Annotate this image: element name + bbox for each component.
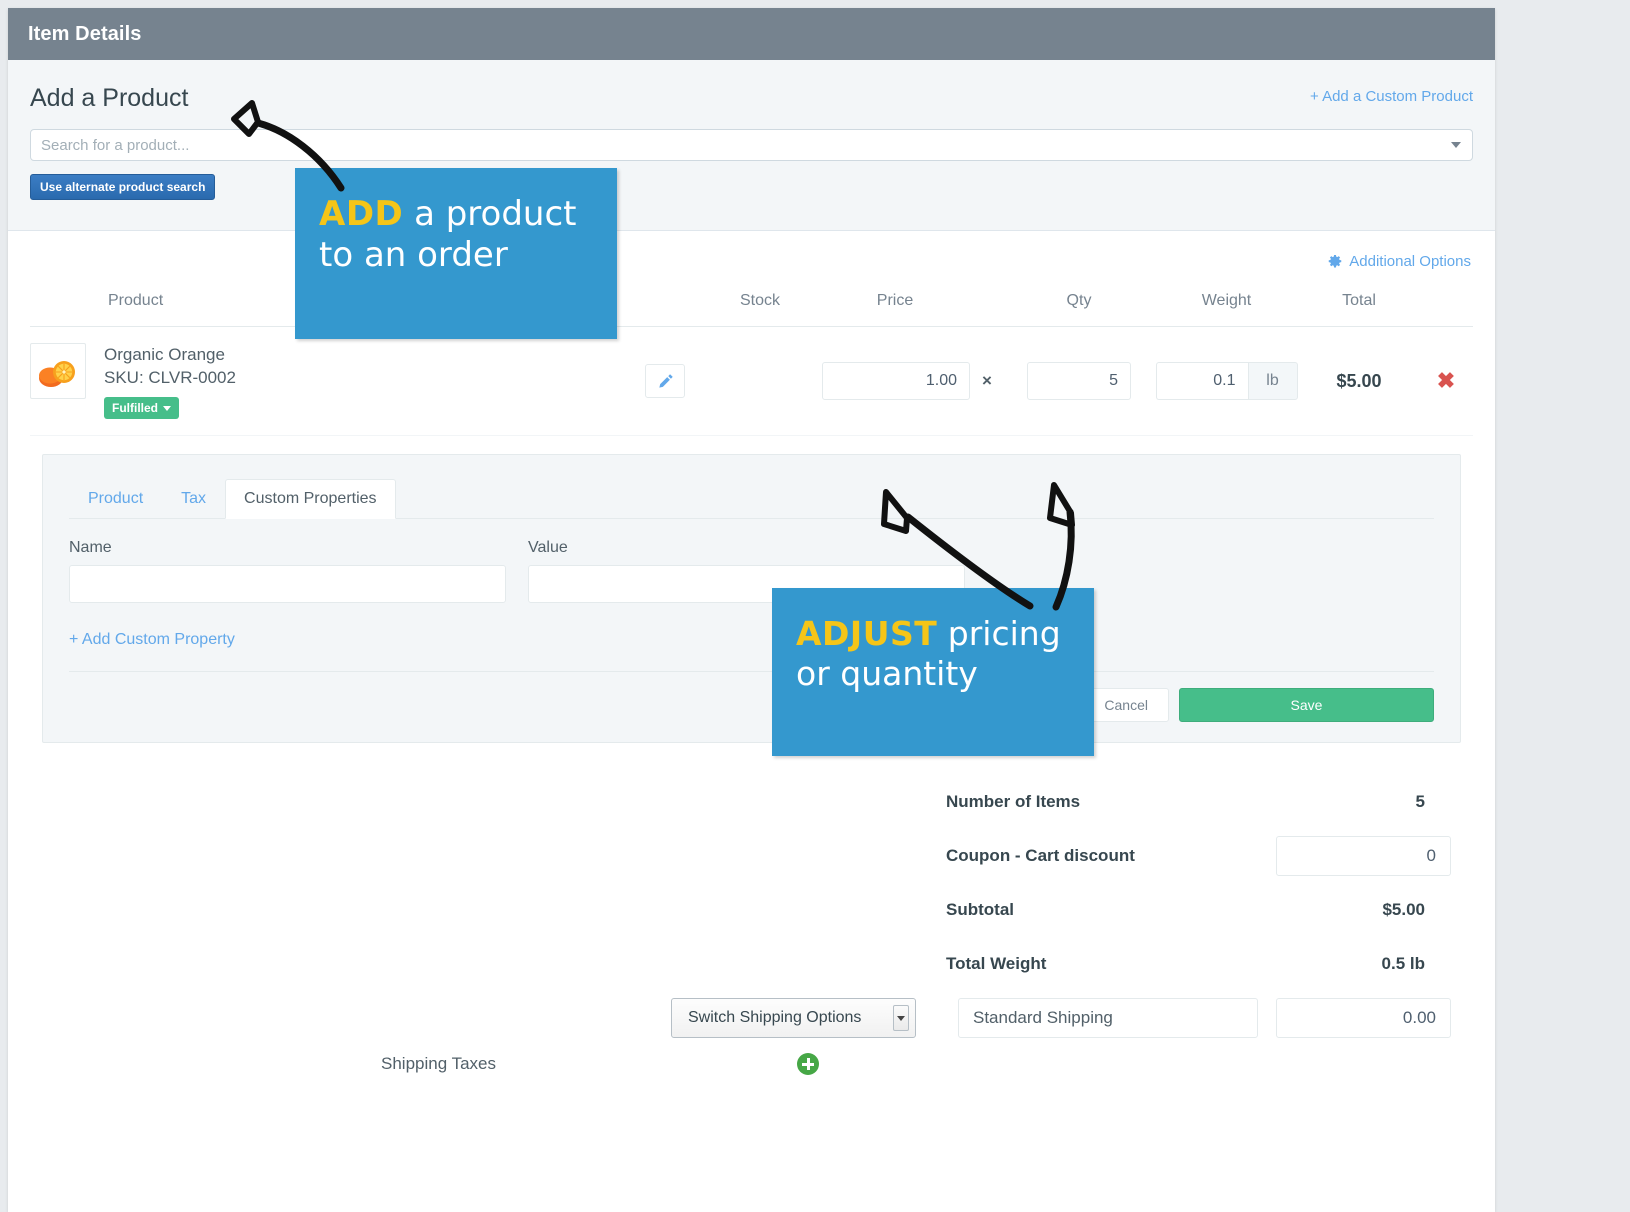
annotation-callout-add: ADD a product to an order: [295, 168, 617, 339]
weight-input[interactable]: 0.1: [1155, 362, 1248, 401]
weight-unit-label: lb: [1247, 362, 1298, 401]
subtotal-label: Subtotal: [946, 900, 1014, 920]
save-button[interactable]: Save: [1179, 688, 1434, 723]
annotation-callout-adjust: ADJUST pricing or quantity: [772, 588, 1094, 756]
column-header-multiply: [970, 292, 1004, 328]
add-custom-property-link[interactable]: + Add Custom Property: [69, 631, 235, 649]
cancel-button[interactable]: Cancel: [1083, 688, 1169, 723]
product-thumbnail[interactable]: [30, 343, 86, 400]
additional-options-row: Additional Options: [30, 249, 1473, 270]
annotation-line1-rest: a product: [403, 194, 577, 234]
order-summary: Number of Items 5 Coupon - Cart discount…: [30, 775, 1473, 1076]
price-input[interactable]: 1.00: [822, 362, 970, 401]
chevron-down-icon[interactable]: [1451, 142, 1461, 148]
annotation-keyword: ADD: [319, 194, 404, 234]
coupon-input[interactable]: 0: [1276, 836, 1451, 877]
status-badge-label: Fulfilled: [112, 401, 158, 416]
tab-tax[interactable]: Tax: [162, 479, 225, 519]
table-row: Organic Orange SKU: CLVR-0002 Fulfilled: [30, 326, 1473, 437]
chevron-down-icon: [893, 1005, 909, 1032]
product-search-input[interactable]: Search for a product...: [30, 129, 1473, 161]
total-weight-label: Total Weight: [946, 954, 1047, 974]
summary-row-number-of-items: Number of Items 5: [52, 775, 1451, 829]
property-value-label: Value: [528, 539, 568, 557]
property-name-field: Name: [69, 539, 506, 604]
weight-cell: 0.1 lb: [1154, 326, 1299, 437]
number-of-items-value: 5: [1415, 792, 1425, 812]
order-items-table: Product Stock Price Qty Weight Total Org…: [30, 292, 1473, 437]
tab-product[interactable]: Product: [69, 479, 162, 519]
column-header-total: Total: [1299, 292, 1419, 328]
edit-product-button[interactable]: [645, 364, 685, 399]
detail-tabs: Product Tax Custom Properties: [69, 477, 1434, 520]
orange-fruit-image: [39, 361, 75, 388]
product-name: Organic Orange: [104, 345, 225, 365]
property-name-label: Name: [69, 539, 112, 557]
annotation-line2: to an order: [319, 235, 508, 276]
qty-input[interactable]: 5: [1027, 362, 1131, 401]
edit-cell: [630, 326, 700, 437]
subtotal-value: $5.00: [1382, 900, 1425, 920]
switch-shipping-options-select[interactable]: Switch Shipping Options: [671, 998, 916, 1039]
item-details-window: Item Details Add a Product + Add a Custo…: [8, 8, 1495, 1212]
shipping-method-input[interactable]: Standard Shipping: [958, 998, 1258, 1039]
summary-row-shipping-taxes: Shipping Taxes: [52, 1053, 1451, 1076]
stock-cell: [700, 326, 820, 437]
property-name-input[interactable]: [69, 565, 506, 604]
item-detail-card: Product Tax Custom Properties Name Value…: [42, 454, 1461, 744]
summary-row-total-weight: Total Weight 0.5 lb: [52, 937, 1451, 991]
coupon-label: Coupon - Cart discount: [946, 846, 1135, 866]
annotation-keyword: ADJUST: [796, 614, 938, 653]
summary-row-subtotal: Subtotal $5.00: [52, 883, 1451, 937]
page-title: Item Details: [28, 22, 142, 45]
annotation-line2: or quantity: [796, 654, 978, 694]
shipping-taxes-label: Shipping Taxes: [381, 1054, 496, 1074]
product-sku: SKU: CLVR-0002: [104, 368, 236, 388]
table-header: Product Stock Price Qty Weight Total: [30, 292, 1473, 328]
table-header-row: Product Stock Price Qty Weight Total: [30, 292, 1473, 328]
column-header-delete: [1419, 292, 1473, 328]
status-badge[interactable]: Fulfilled: [104, 397, 179, 420]
product-cell: Organic Orange SKU: CLVR-0002 Fulfilled: [30, 326, 630, 437]
number-of-items-label: Number of Items: [946, 792, 1081, 812]
window-titlebar: Item Details: [8, 8, 1495, 60]
detail-card-footer: Cancel Save: [69, 671, 1434, 723]
chevron-down-icon: [163, 406, 171, 412]
table-body: Organic Orange SKU: CLVR-0002 Fulfilled: [30, 326, 1473, 437]
add-shipping-tax-icon[interactable]: [797, 1053, 819, 1076]
column-header-price: Price: [820, 292, 970, 328]
remove-item-icon[interactable]: ✖: [1419, 326, 1473, 437]
product-search-row: Search for a product...: [30, 129, 1473, 161]
add-custom-product-link[interactable]: + Add a Custom Product: [1310, 82, 1473, 105]
annotation-line1-rest: pricing: [937, 614, 1061, 653]
pencil-icon: [658, 374, 673, 388]
tab-custom-properties[interactable]: Custom Properties: [225, 479, 396, 520]
column-header-edit: [630, 292, 700, 328]
column-header-stock: Stock: [700, 292, 820, 328]
additional-options-link[interactable]: Additional Options: [1328, 253, 1471, 270]
column-header-weight: Weight: [1154, 292, 1299, 328]
order-items-panel: Additional Options Product Stock Price Q…: [8, 231, 1495, 1076]
custom-property-fields: Name Value: [69, 539, 1434, 604]
shipping-amount-input[interactable]: 0.00: [1276, 998, 1451, 1039]
total-weight-value: 0.5 lb: [1381, 954, 1425, 974]
switch-shipping-options-label: Switch Shipping Options: [688, 1009, 862, 1027]
summary-row-coupon: Coupon - Cart discount 0: [52, 829, 1451, 883]
gear-icon: [1328, 254, 1342, 269]
multiply-symbol: ×: [970, 326, 1004, 437]
price-cell: 1.00: [820, 326, 970, 437]
qty-cell: 5: [1004, 326, 1154, 437]
row-total: $5.00: [1299, 326, 1419, 437]
additional-options-label: Additional Options: [1349, 253, 1471, 271]
summary-row-shipping: Switch Shipping Options Standard Shippin…: [52, 991, 1451, 1045]
add-product-header: Add a Product + Add a Custom Product: [30, 82, 1473, 111]
add-product-heading: Add a Product: [30, 84, 189, 112]
use-alternate-product-search-button[interactable]: Use alternate product search: [30, 174, 216, 201]
column-header-qty: Qty: [1004, 292, 1154, 328]
add-product-panel: Add a Product + Add a Custom Product Sea…: [8, 60, 1495, 232]
